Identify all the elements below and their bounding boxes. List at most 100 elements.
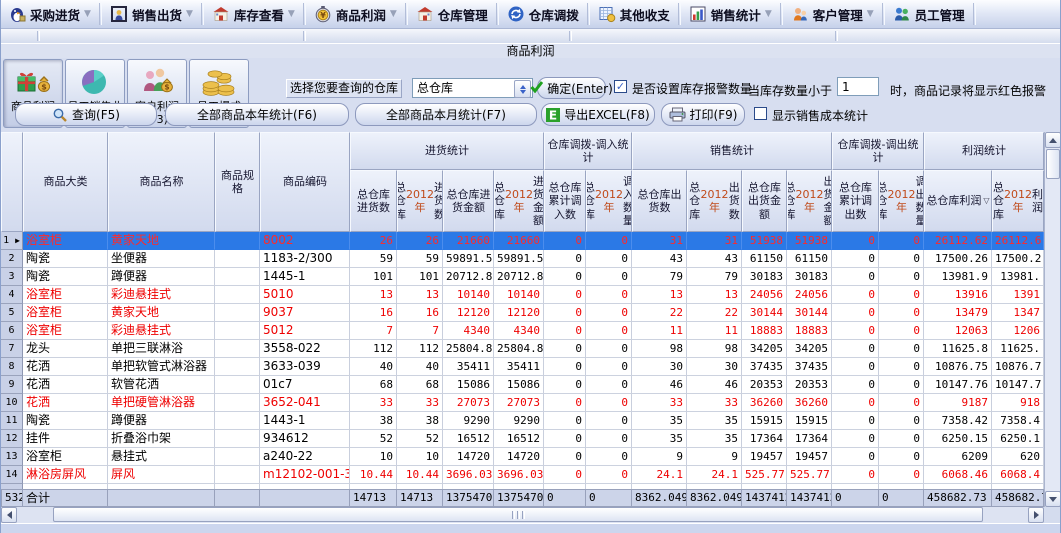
cell-value: 0 (544, 286, 586, 304)
scroll-up-button[interactable] (1045, 132, 1061, 148)
chevron-down-icon[interactable]: ▼ (288, 9, 295, 19)
toolbar-item-label: 客户管理 (813, 5, 863, 24)
cell-category: 花洒 (23, 358, 108, 376)
table-row[interactable]: 10花洒单把硬管淋浴器3652-041333327073270730033333… (1, 394, 1044, 412)
cell-value: 0 (832, 376, 879, 394)
toolbar-item-1[interactable]: 采购进货▼ (5, 3, 94, 26)
action-button-2[interactable]: 全部商品本年统计(F6) (165, 103, 349, 126)
table-row[interactable]: 4浴室柜彩迪悬挂式5010131310140101400013132405624… (1, 286, 1044, 304)
vertical-scrollbar[interactable] (1044, 132, 1061, 507)
confirm-button[interactable]: 确定(Enter) (537, 77, 606, 99)
column-header[interactable]: 总仓库累计调入数 (544, 170, 586, 232)
chevron-down-icon[interactable]: ▼ (390, 9, 397, 19)
table-row[interactable]: 2陶瓷坐便器1183-2/300595959891.559891.5004343… (1, 250, 1044, 268)
chevron-down-icon[interactable]: ▼ (84, 9, 91, 19)
table-row[interactable]: 1 ▶浴室柜黄家天地800226262166021660003131519385… (1, 232, 1044, 250)
chevron-down-icon[interactable]: ▼ (186, 9, 193, 19)
column-header[interactable]: 总仓库2012年进货金额 (494, 170, 544, 232)
toolbar-item-9[interactable]: 客户管理 ▼ (788, 3, 877, 26)
table-row[interactable]: 5浴室柜黄家天地90371616121201212000222230144301… (1, 304, 1044, 322)
spinner-icon[interactable] (514, 80, 531, 98)
column-header[interactable]: 总仓库利润▽ (924, 170, 992, 232)
toolbar-item-10[interactable]: 员工管理 (890, 3, 968, 26)
scroll-down-button[interactable] (1045, 491, 1061, 507)
column-header[interactable]: 总仓库出货金额 (742, 170, 787, 232)
table-row[interactable]: 9花洒软管花洒01c768681508615086004646203532035… (1, 376, 1044, 394)
current-row-marker-icon: ▶ (15, 236, 20, 245)
warehouse-select[interactable]: 总仓库 (412, 78, 533, 98)
column-header-static-3[interactable]: 商品规格 (215, 132, 260, 232)
cell-value: 0 (879, 250, 924, 268)
column-header[interactable]: 总仓库出货数 (632, 170, 687, 232)
action-button-5[interactable]: 打印(F9) (661, 103, 745, 126)
column-header[interactable]: 总仓库2012年进货数 (397, 170, 443, 232)
toolbar-item-5[interactable]: 仓库管理 (413, 3, 491, 26)
cell-product-name: 悬挂式 (108, 448, 215, 466)
cell-value: 0 (586, 286, 632, 304)
cell-product-code: 5010 (260, 286, 350, 304)
cell-value: 21660 (494, 232, 544, 250)
column-header[interactable]: 总仓库2012年出货金额 (787, 170, 832, 232)
cell-value: 0 (832, 322, 879, 340)
table-row[interactable]: 7龙头单把三联淋浴3558-02211211225804.825804.8009… (1, 340, 1044, 358)
action-button-1[interactable]: 查询(F5) (15, 103, 157, 126)
column-header[interactable]: 总仓库2012年出货数 (687, 170, 742, 232)
toolbar-item-6[interactable]: 仓库调拨 (504, 3, 582, 26)
table-row[interactable]: 13浴室柜悬挂式a240-221010147201472000991945719… (1, 448, 1044, 466)
column-header[interactable]: 总仓库2012年调入数量 (586, 170, 632, 232)
table-row[interactable]: 11陶瓷蹲便器1443-1383892909290003535159151591… (1, 412, 1044, 430)
cell-product-name: 坐便器 (108, 250, 215, 268)
cell-value: 112 (350, 340, 397, 358)
column-header-static-2[interactable]: 商品名称 (108, 132, 215, 232)
toolbar-item-2[interactable]: 销售出货▼ (107, 3, 196, 26)
action-button-label: 查询(F5) (72, 106, 120, 123)
column-header[interactable]: 总仓库进货数 (350, 170, 397, 232)
threshold-input[interactable] (837, 77, 879, 96)
scroll-left-button[interactable] (1, 507, 17, 523)
table-row[interactable]: 6浴室柜彩迪悬挂式5012774340434000111118883188830… (1, 322, 1044, 340)
cell-value: 918 (992, 394, 1044, 412)
cell-value: 0 (586, 268, 632, 286)
action-button-4[interactable]: E导出EXCEL(F8) (541, 103, 655, 126)
action-button-3[interactable]: 全部商品本月统计(F7) (355, 103, 537, 126)
total-empty (108, 489, 215, 507)
vertical-scroll-thumb[interactable] (1046, 149, 1060, 179)
cell-value: 0 (544, 412, 586, 430)
toolbar-item-8[interactable]: 销售统计▼ (686, 3, 775, 26)
cell-value: 20353 (787, 376, 832, 394)
row-number: 11 (1, 412, 23, 430)
column-header[interactable]: 总仓库2012年调出数量 (879, 170, 924, 232)
chevron-down-icon[interactable]: ▼ (765, 9, 772, 19)
toolbar-item-4[interactable]: ¥商品利润▼ (311, 3, 400, 26)
toolbar-item-3[interactable]: 库存查看▼ (209, 3, 298, 26)
horizontal-scroll-thumb[interactable] (53, 507, 983, 522)
table-row[interactable]: 8花洒单把软管式淋浴器3633-039404035411354110030303… (1, 358, 1044, 376)
cell-value: 6250.15 (924, 430, 992, 448)
column-header[interactable]: 总仓库进货金额 (443, 170, 494, 232)
horizontal-scrollbar[interactable] (1, 507, 1044, 523)
cell-value: 0 (544, 376, 586, 394)
table-row[interactable]: 12挂件折叠浴巾架9346125252165121651200353517364… (1, 430, 1044, 448)
cell-value: 0 (879, 232, 924, 250)
column-header-static-4[interactable]: 商品编码 (260, 132, 350, 232)
cell-product-code: 1183-2/300 (260, 250, 350, 268)
column-group-header-4: 仓库调拨-调出统计 (832, 132, 924, 170)
table-row[interactable]: 14淋浴房屏风屏风m12102-001-310.4410.443696.0336… (1, 466, 1044, 484)
cell-value: 7358.42 (924, 412, 992, 430)
cell-value: 15915 (742, 412, 787, 430)
table-row[interactable]: 3陶瓷蹲便器1445-110110120712.820712.800797930… (1, 268, 1044, 286)
column-header-static-1[interactable]: 商品大类 (23, 132, 108, 232)
cost-stats-checkbox[interactable] (754, 107, 767, 120)
toolbar-item-7[interactable]: 其他收支 (595, 3, 673, 26)
chevron-down-icon[interactable]: ▼ (867, 9, 874, 19)
cell-product-code: 8002 (260, 232, 350, 250)
column-header[interactable]: 总仓库累计调出数 (832, 170, 879, 232)
cell-value: 13 (687, 286, 742, 304)
cell-spec (215, 430, 260, 448)
cell-spec (215, 286, 260, 304)
cell-value: 10876.7 (992, 358, 1044, 376)
scroll-right-button[interactable] (1028, 507, 1044, 523)
profit-table: 商品大类商品名称商品规格商品编码进货统计总仓库进货数总仓库2012年进货数总仓库… (1, 132, 1044, 507)
column-header[interactable]: 总仓库2012年利润 (992, 170, 1044, 232)
stock-alert-checkbox[interactable]: ✓ (614, 80, 627, 93)
